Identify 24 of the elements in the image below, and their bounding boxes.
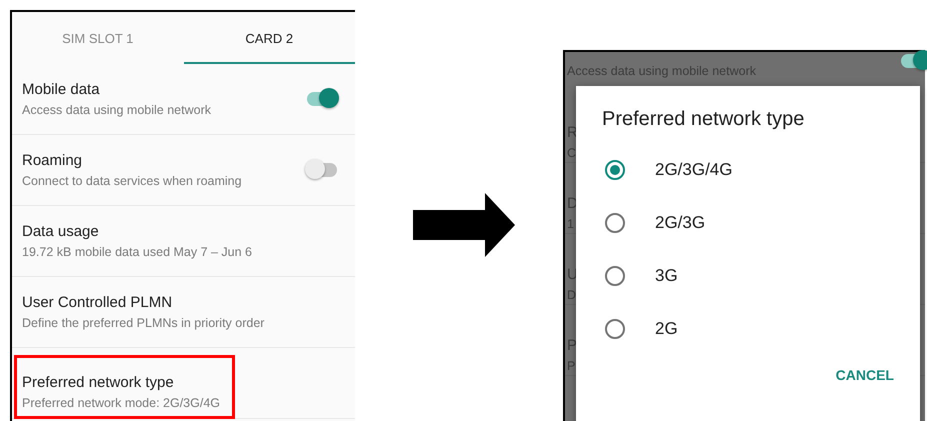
setting-summary: Define the preferred PLMNs in priority order [22,316,264,330]
setting-summary: Access data using mobile network [22,103,211,117]
cancel-button[interactable]: CANCEL [836,363,894,387]
toggle-switch[interactable] [305,88,339,110]
setting-title[interactable]: User Controlled PLMN [22,294,264,311]
dialog-title: Preferred network type [602,108,806,131]
toggle-switch[interactable] [305,159,339,181]
option-label[interactable]: 2G/3G [655,212,706,232]
radio-button[interactable] [605,212,625,232]
setting-summary: 19.72 kB mobile data used May 7 – Jun 6 [22,245,252,259]
setting-title[interactable]: Preferred network type [22,374,220,391]
right-arrow-icon [413,193,515,257]
setting-summary: Connect to data services when roaming [22,174,242,188]
option-label[interactable]: 3G [655,266,678,286]
option-label[interactable]: 2G [655,318,678,338]
option-label[interactable]: 2G/3G/4G [655,160,732,180]
radio-button[interactable] [605,160,625,180]
setting-title[interactable]: Roaming [22,152,242,169]
setting-summary: Preferred network mode: 2G/3G/4G [22,396,220,410]
setting-title[interactable]: Data usage [22,223,252,240]
sim-tab[interactable]: CARD 2 [184,12,355,64]
radio-button[interactable] [605,318,625,338]
radio-button[interactable] [605,266,625,286]
setting-title[interactable]: Mobile data [22,81,211,98]
